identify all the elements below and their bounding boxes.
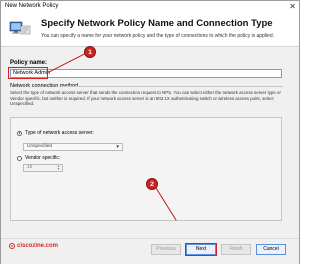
new-network-policy-window: New Network Policy ✕ Specify Network Pol… — [0, 0, 300, 264]
window-title: New Network Policy — [5, 3, 59, 9]
vendor-radio-label: Vendor specific: — [25, 155, 61, 161]
watermark-text: ciscozine.com — [17, 243, 59, 249]
finish-button[interactable]: Finish — [221, 244, 251, 255]
vendor-radio[interactable] — [17, 155, 22, 161]
button-bar: Previous Next Finish Cancel — [1, 238, 299, 264]
type-radio-label: Type of network access server: — [25, 130, 94, 136]
type-radio-row[interactable]: Type of network access server: — [17, 130, 94, 136]
type-select[interactable]: Unspecified ▼ — [23, 143, 123, 151]
section-divider — [61, 86, 283, 87]
vendor-spinner[interactable]: 10 ▲ ▼ — [23, 164, 63, 172]
spinner-arrows-icon[interactable]: ▲ ▼ — [56, 164, 61, 171]
network-policy-icon — [9, 21, 31, 35]
callout-2-badge: 2 — [146, 178, 158, 190]
type-select-value: Unspecified — [27, 144, 53, 149]
cancel-button[interactable]: Cancel — [256, 244, 286, 255]
policy-name-highlight — [8, 67, 48, 79]
page-title: Specify Network Policy Name and Connecti… — [41, 18, 273, 29]
next-button[interactable]: Next — [185, 243, 217, 256]
page-subtitle: You can specify a name for your network … — [41, 33, 275, 39]
chevron-down-icon: ▼ — [115, 144, 120, 149]
close-icon[interactable]: ✕ — [289, 2, 296, 11]
previous-button[interactable]: Previous — [151, 244, 181, 255]
wizard-header: Specify Network Policy Name and Connecti… — [1, 13, 299, 47]
connection-type-group: Type of network access server: Unspecifi… — [10, 117, 282, 221]
callout-1-badge: 1 — [84, 46, 96, 58]
watermark: c ciscozine.com — [9, 243, 58, 249]
vendor-radio-row[interactable]: Vendor specific: — [17, 155, 60, 161]
type-radio[interactable] — [17, 130, 22, 136]
policy-name-label: Policy name: — [10, 60, 48, 66]
title-bar: New Network Policy ✕ — [1, 1, 299, 13]
vendor-spinner-value: 10 — [27, 165, 33, 170]
copyright-icon: c — [9, 243, 15, 249]
connection-method-description: Select the type of network access server… — [10, 90, 281, 107]
